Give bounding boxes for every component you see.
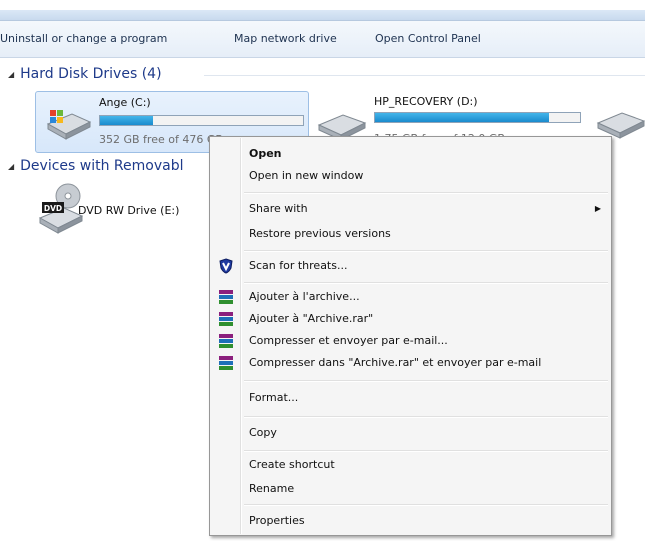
collapse-triangle-icon[interactable]: ◢ [8, 162, 14, 171]
menu-separator [244, 416, 608, 418]
usage-bar-fill [100, 116, 153, 125]
dvd-logo-text: DVD [44, 204, 62, 213]
winrar-icon [219, 290, 233, 304]
menu-item-open-new-window[interactable]: Open in new window [212, 165, 609, 187]
menu-item-properties[interactable]: Properties [212, 510, 609, 532]
group-title: Hard Disk Drives (4) [20, 66, 162, 82]
menu-item-scan-for-threats[interactable]: Scan for threats... [212, 255, 609, 277]
menu-separator [244, 192, 608, 194]
usage-bar [374, 112, 581, 123]
collapse-triangle-icon[interactable]: ◢ [8, 70, 14, 79]
submenu-arrow-icon: ▶ [594, 204, 601, 213]
menu-separator [244, 380, 608, 382]
map-network-drive-button[interactable]: Map network drive [234, 32, 337, 45]
menu-separator [244, 250, 608, 252]
menu-separator [244, 504, 608, 506]
menu-separator [244, 450, 608, 452]
group-header-hard-disk-drives[interactable]: ◢ Hard Disk Drives (4) [8, 66, 162, 82]
drive-name: HP_RECOVERY (D:) [374, 95, 478, 108]
drive-e-dvd[interactable]: DVD DVD RW Drive (E:) [38, 182, 208, 242]
menu-item-copy[interactable]: Copy [212, 422, 609, 444]
drive-name: Ange (C:) [99, 96, 151, 109]
open-control-panel-button[interactable]: Open Control Panel [375, 32, 481, 45]
context-menu: Open Open in new window Share with ▶ Res… [209, 136, 612, 536]
address-bar-strip [0, 10, 645, 21]
winrar-icon [219, 312, 233, 326]
uninstall-program-button[interactable]: Uninstall or change a program [0, 32, 167, 45]
menu-item-compresser-envoyer[interactable]: Compresser et envoyer par e-mail... [212, 330, 609, 352]
group-title: Devices with Removabl [20, 158, 184, 174]
hard-drive-windows-icon [46, 110, 92, 140]
window-top [0, 0, 645, 9]
menu-item-create-shortcut[interactable]: Create shortcut [212, 454, 609, 476]
menu-item-compresser-archive-rar-envoyer[interactable]: Compresser dans "Archive.rar" et envoyer… [212, 352, 609, 374]
menu-separator [244, 282, 608, 284]
hard-drive-icon[interactable] [596, 109, 645, 139]
menu-item-rename[interactable]: Rename [212, 478, 609, 500]
winrar-icon [219, 356, 233, 370]
menu-item-restore-previous-versions[interactable]: Restore previous versions [212, 223, 609, 245]
menu-item-format[interactable]: Format... [212, 387, 609, 409]
antivirus-shield-icon [219, 258, 233, 274]
usage-bar-fill [375, 113, 550, 122]
winrar-icon [219, 334, 233, 348]
free-space-text: 352 GB free of 476 GB [99, 133, 223, 146]
group-header-removable-storage[interactable]: ◢ Devices with Removabl [8, 158, 184, 174]
menu-item-ajouter-archive[interactable]: Ajouter à l'archive... [212, 286, 609, 308]
drive-name: DVD RW Drive (E:) [78, 204, 180, 217]
group-divider [204, 75, 645, 76]
menu-item-share-with[interactable]: Share with ▶ [212, 198, 609, 220]
usage-bar [99, 115, 304, 126]
menu-item-open[interactable]: Open [212, 143, 609, 165]
command-bar: Uninstall or change a program Map networ… [0, 21, 645, 58]
menu-item-ajouter-archive-rar[interactable]: Ajouter à "Archive.rar" [212, 308, 609, 330]
